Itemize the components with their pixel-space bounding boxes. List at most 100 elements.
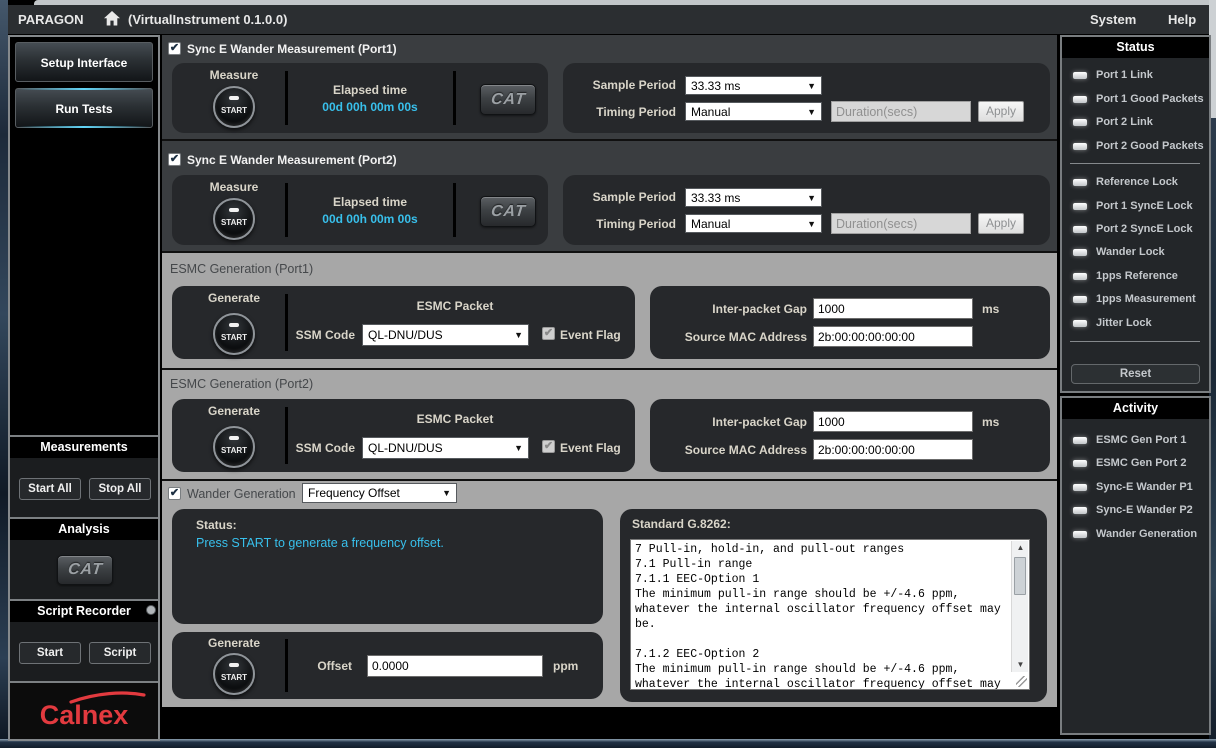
status-header: Status — [1062, 37, 1209, 58]
offset-input[interactable]: 0.0000 — [367, 655, 543, 677]
measure-label: Measure — [184, 68, 284, 82]
status-item: Port 2 Good Packets — [1096, 140, 1204, 152]
section-title: ESMC Generation (Port2) — [170, 377, 313, 391]
logo-box: Calnex — [10, 683, 158, 739]
sample-period-select[interactable]: 33.33 ms▼ — [685, 76, 822, 95]
menu-help[interactable]: Help — [1168, 12, 1196, 27]
timing-panel: Sample Period 33.33 ms▼ Timing Period Ma… — [563, 175, 1050, 245]
event-flag-label: Event Flag — [560, 441, 621, 455]
script-start-button[interactable]: Start — [19, 642, 81, 664]
script-recorder-header: Script Recorder — [10, 601, 158, 622]
resize-grip[interactable] — [1016, 676, 1027, 687]
script-recorder-led — [146, 605, 156, 615]
esmc-packet-panel: Generate START ESMC Packet SSM Code QL-D… — [172, 399, 635, 472]
generate-label: Generate — [184, 404, 284, 418]
divider — [1070, 163, 1200, 164]
section-title: Sync E Wander Measurement (Port1) — [187, 42, 397, 56]
analysis-cat-button[interactable]: CAT — [57, 555, 113, 585]
section-title: Wander Generation — [187, 487, 296, 501]
stop-all-button[interactable]: Stop All — [89, 478, 151, 500]
status-led — [1073, 143, 1087, 150]
cat-button[interactable]: CAT — [480, 196, 536, 227]
measure-panel: Measure START Elapsed time 00d 00h 00m 0… — [172, 63, 548, 133]
home-icon[interactable] — [104, 11, 120, 29]
activity-led — [1073, 437, 1087, 444]
cat-button[interactable]: CAT — [480, 84, 536, 115]
wander-mode-select[interactable]: Frequency Offset▼ — [302, 483, 457, 503]
wander-mode-value: Frequency Offset — [308, 486, 400, 500]
timing-period-label: Timing Period — [583, 217, 676, 231]
sidebar-item-setup-interface[interactable]: Setup Interface — [15, 42, 153, 82]
separator — [453, 71, 456, 125]
status-message: Press START to generate a frequency offs… — [196, 536, 444, 550]
cat-logo: CAT — [67, 561, 104, 579]
chevron-down-icon: ▼ — [807, 193, 816, 203]
timing-period-select[interactable]: Manual▼ — [685, 214, 822, 233]
ssm-code-label: SSM Code — [265, 441, 355, 455]
status-item: Wander Lock — [1096, 246, 1165, 258]
ssm-code-select[interactable]: QL-DNU/DUS▼ — [362, 437, 529, 459]
source-mac-input[interactable]: 2b:00:00:00:00:00 — [813, 326, 973, 347]
menu-system[interactable]: System — [1090, 12, 1136, 27]
start-label: START — [215, 106, 253, 115]
event-flag-checkbox[interactable]: ✔ — [542, 440, 555, 453]
status-led — [1073, 273, 1087, 280]
status-panel: Status Port 1 Link Port 1 Good Packets P… — [1060, 35, 1211, 393]
measure-start-button[interactable]: START — [213, 198, 255, 240]
wander-generation-section: ✔ Wander Generation Frequency Offset▼ St… — [162, 479, 1057, 707]
ssm-code-select[interactable]: QL-DNU/DUS▼ — [362, 324, 529, 346]
status-led — [1073, 96, 1087, 103]
standard-textarea[interactable]: 7 Pull-in, hold-in, and pull-out ranges … — [630, 539, 1030, 690]
ssm-code-value: QL-DNU/DUS — [368, 328, 443, 342]
measure-start-button[interactable]: START — [213, 86, 255, 128]
script-button[interactable]: Script — [89, 642, 151, 664]
activity-item: ESMC Gen Port 2 — [1096, 457, 1186, 469]
generate-start-button[interactable]: START — [213, 313, 255, 355]
ms-unit-label: ms — [982, 415, 999, 429]
apply-button[interactable]: Apply — [978, 101, 1024, 122]
event-flag-label: Event Flag — [560, 328, 621, 342]
sample-period-select[interactable]: 33.33 ms▼ — [685, 188, 822, 207]
esmc-address-panel: Inter-packet Gap 1000 ms Source MAC Addr… — [650, 286, 1050, 359]
start-dash — [229, 96, 239, 100]
inter-packet-gap-input[interactable]: 1000 — [813, 411, 973, 432]
chevron-down-icon: ▼ — [514, 443, 523, 453]
cat-logo: CAT — [490, 91, 527, 109]
sync-wander-port2-checkbox[interactable]: ✔ — [168, 153, 181, 166]
offset-label: Offset — [272, 659, 352, 673]
start-all-button[interactable]: Start All — [19, 478, 81, 500]
timing-period-select[interactable]: Manual▼ — [685, 102, 822, 121]
scrollbar-thumb[interactable] — [1014, 557, 1026, 595]
status-led — [1073, 296, 1087, 303]
duration-input[interactable]: Duration(secs) — [831, 213, 971, 234]
esmc-packet-label: ESMC Packet — [305, 299, 605, 313]
sidebar-item-run-tests[interactable]: Run Tests — [15, 88, 153, 128]
wander-generation-checkbox[interactable]: ✔ — [168, 487, 181, 500]
scroll-up-icon[interactable]: ▲ — [1013, 541, 1028, 555]
status-item: Port 1 SyncE Lock — [1096, 200, 1193, 212]
timing-period-value: Manual — [691, 217, 730, 231]
apply-button[interactable]: Apply — [978, 213, 1024, 234]
status-led — [1073, 226, 1087, 233]
desktop-bottom-strip — [0, 739, 1216, 748]
sample-period-label: Sample Period — [583, 190, 676, 204]
activity-item: ESMC Gen Port 1 — [1096, 434, 1186, 446]
analysis-body: CAT — [10, 540, 158, 599]
event-flag-checkbox[interactable]: ✔ — [542, 327, 555, 340]
activity-item: Wander Generation — [1096, 528, 1197, 540]
duration-input[interactable]: Duration(secs) — [831, 101, 971, 122]
scrollbar[interactable]: ▲ ▼ — [1011, 541, 1028, 672]
elapsed-time-label: Elapsed time — [300, 195, 440, 209]
inter-packet-gap-input[interactable]: 1000 — [813, 298, 973, 319]
separator — [285, 294, 288, 351]
generate-start-button[interactable]: START — [213, 426, 255, 468]
sync-wander-port1-checkbox[interactable]: ✔ — [168, 42, 181, 55]
source-mac-input[interactable]: 2b:00:00:00:00:00 — [813, 439, 973, 460]
inter-packet-gap-label: Inter-packet Gap — [660, 302, 807, 316]
reset-button[interactable]: Reset — [1071, 364, 1200, 384]
generate-start-button[interactable]: START — [213, 653, 255, 695]
status-led — [1073, 179, 1087, 186]
inter-packet-gap-label: Inter-packet Gap — [660, 415, 807, 429]
scroll-down-icon[interactable]: ▼ — [1013, 658, 1028, 672]
script-recorder-body: Start Script — [10, 622, 158, 681]
